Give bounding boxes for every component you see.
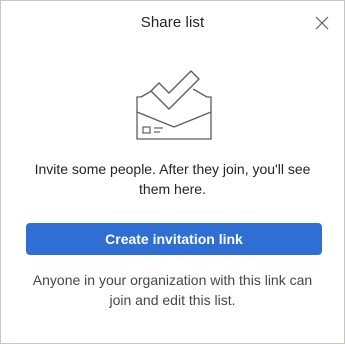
dialog-title: Share list — [140, 14, 205, 31]
create-invitation-link-button[interactable]: Create invitation link — [26, 223, 322, 255]
close-icon — [315, 16, 329, 30]
envelope-checkmark-icon — [129, 69, 219, 149]
close-button[interactable] — [312, 13, 332, 33]
permission-note: Anyone in your organization with this li… — [32, 272, 313, 308]
share-list-dialog: Share list Invite some people. After the… — [0, 0, 345, 344]
empty-state-message: Invite some people. After they join, you… — [34, 161, 311, 197]
